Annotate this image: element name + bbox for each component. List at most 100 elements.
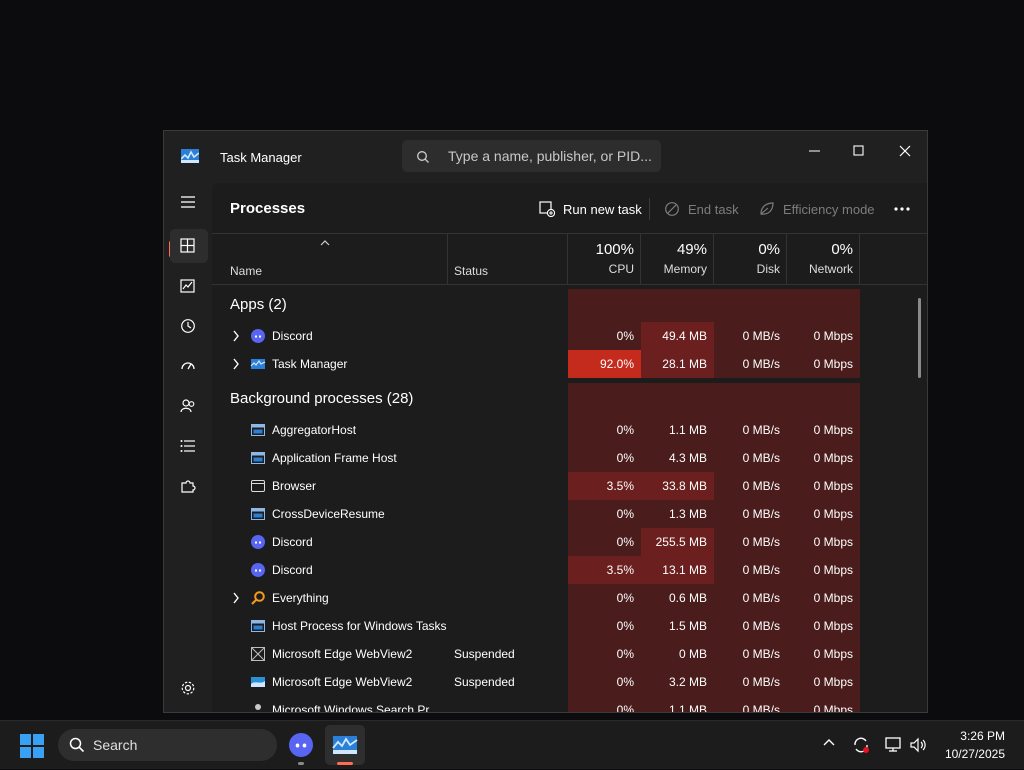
network-cell: 0 Mbps — [787, 444, 860, 472]
group-header: Apps (2) — [230, 296, 287, 313]
group-heat-strip — [568, 289, 860, 323]
vertical-scrollbar[interactable] — [918, 298, 921, 378]
end-task-icon — [665, 202, 679, 216]
cpu-cell: 0% — [568, 444, 641, 472]
column-disk[interactable]: 0% Disk — [714, 241, 780, 276]
nav-item-processes[interactable] — [170, 229, 208, 263]
process-name: Discord — [272, 563, 313, 577]
process-status: Suspended — [454, 647, 515, 661]
process-name: CrossDeviceResume — [272, 507, 385, 521]
expand-chevron-icon[interactable] — [232, 358, 240, 370]
process-row[interactable]: Discord 0% 49.4 MB 0 MB/s 0 Mbps — [212, 322, 927, 350]
maximize-icon — [853, 145, 864, 156]
cpu-cell: 92.0% — [568, 350, 641, 378]
sync-icon[interactable] — [852, 736, 870, 754]
efficiency-mode-button[interactable]: Efficiency mode — [759, 197, 875, 221]
efficiency-leaf-icon — [760, 202, 774, 215]
startup-gauge-icon — [181, 362, 195, 370]
discord-icon — [251, 329, 265, 343]
process-row[interactable]: Task Manager 92.0% 28.1 MB 0 MB/s 0 Mbps — [212, 350, 927, 378]
nav-item-app-history[interactable] — [170, 309, 208, 343]
memory-cell: 49.4 MB — [641, 322, 714, 350]
taskbar-task-manager-button[interactable] — [325, 725, 365, 765]
expand-chevron-icon[interactable] — [232, 592, 240, 604]
network-cell: 0 Mbps — [787, 668, 860, 696]
disk-column-label: Disk — [756, 262, 780, 276]
taskbar-discord-button[interactable] — [281, 725, 321, 765]
hamburger-icon — [181, 196, 195, 208]
taskbar: Search 3:26 PM 10/27/2025 — [0, 720, 1024, 769]
magnifier-icon — [251, 591, 265, 605]
services-puzzle-icon — [181, 480, 196, 493]
nav-item-users[interactable] — [170, 389, 208, 423]
process-row[interactable]: Microsoft Windows Search Pr... 0% 1.1 MB 0 … — [212, 696, 927, 712]
network-cell: 0 Mbps — [787, 612, 860, 640]
cpu-total-percent: 100% — [595, 241, 634, 258]
process-name: Microsoft Edge WebView2 — [272, 675, 413, 689]
disk-total-percent: 0% — [758, 241, 780, 258]
more-options-button[interactable] — [888, 197, 916, 221]
memory-column-label: Memory — [663, 262, 707, 276]
process-status: Suspended — [454, 675, 515, 689]
active-indicator — [337, 762, 353, 765]
nav-item-details[interactable] — [170, 429, 208, 463]
close-icon — [899, 145, 911, 157]
nav-item-services[interactable] — [170, 469, 208, 503]
process-row[interactable]: Host Process for Windows Tasks 0% 1.5 MB 0 … — [212, 612, 927, 640]
disk-cell: 0 MB/s — [714, 528, 787, 556]
process-name: Task Manager — [272, 357, 348, 371]
show-hidden-icons-chevron-icon[interactable] — [822, 736, 836, 750]
process-name: Application Frame Host — [272, 451, 397, 465]
process-row[interactable]: CrossDeviceResume 0% 1.3 MB 0 MB/s 0 Mbps — [212, 500, 927, 528]
windows-start-icon[interactable] — [20, 734, 44, 758]
disk-cell: 0 MB/s — [714, 668, 787, 696]
sort-ascending-caret-icon[interactable] — [320, 240, 330, 246]
search-box[interactable]: Type a name, publisher, or PID... — [402, 140, 661, 172]
column-memory[interactable]: 49% Memory — [641, 241, 707, 276]
hamburger-menu-button[interactable] — [170, 185, 208, 219]
process-row[interactable]: Browser 3.5% 33.8 MB 0 MB/s 0 Mbps — [212, 472, 927, 500]
column-cpu[interactable]: 100% CPU — [568, 241, 634, 276]
column-status[interactable]: Status — [454, 264, 488, 278]
process-row[interactable]: Everything 0% 0.6 MB 0 MB/s 0 Mbps — [212, 584, 927, 612]
task-manager-window: Task Manager Type a name, publisher, or … — [163, 130, 928, 713]
volume-icon[interactable] — [909, 736, 927, 754]
taskbar-search-box[interactable]: Search — [58, 729, 277, 761]
end-task-button[interactable]: End task — [664, 197, 739, 221]
process-row[interactable]: Discord 0% 255.5 MB 0 MB/s 0 Mbps — [212, 528, 927, 556]
details-list-icon — [180, 440, 195, 452]
network-cell: 0 Mbps — [787, 350, 860, 378]
nav-item-startup-apps[interactable] — [170, 349, 208, 383]
network-icon[interactable] — [885, 736, 903, 754]
taskbar-search-icon — [69, 737, 85, 753]
clock[interactable]: 3:26 PM 10/27/2025 — [935, 729, 1005, 761]
navigation-rail — [164, 183, 212, 712]
settings-gear-icon — [181, 681, 195, 695]
run-new-task-button[interactable]: Run new task — [539, 197, 642, 221]
disk-cell: 0 MB/s — [714, 584, 787, 612]
discord-icon — [289, 733, 313, 757]
network-cell: 0 Mbps — [787, 528, 860, 556]
process-row[interactable]: Discord 3.5% 13.1 MB 0 MB/s 0 Mbps — [212, 556, 927, 584]
process-row[interactable]: Microsoft Edge WebView2 Suspended 0% 0 MB 0 … — [212, 640, 927, 668]
nav-item-settings[interactable] — [170, 671, 208, 705]
minimize-icon — [809, 150, 820, 152]
disk-cell: 0 MB/s — [714, 416, 787, 444]
cpu-cell: 0% — [568, 584, 641, 612]
cpu-cell: 0% — [568, 696, 641, 712]
minimize-button[interactable] — [797, 137, 833, 165]
network-cell: 0 Mbps — [787, 640, 860, 668]
process-name: Discord — [272, 535, 313, 549]
search-placeholder[interactable]: Type a name, publisher, or PID... — [448, 148, 652, 164]
process-row[interactable]: AggregatorHost 0% 1.1 MB 0 MB/s 0 Mbps — [212, 416, 927, 444]
network-cell: 0 Mbps — [787, 584, 860, 612]
column-network[interactable]: 0% Network — [787, 241, 853, 276]
process-row[interactable]: Microsoft Edge WebView2 Suspended 0% 3.2 MB… — [212, 668, 927, 696]
process-row[interactable]: Application Frame Host 0% 4.3 MB 0 MB/s 0 Mb… — [212, 444, 927, 472]
nav-item-performance[interactable] — [170, 269, 208, 303]
network-cell: 0 Mbps — [787, 322, 860, 350]
close-button[interactable] — [887, 137, 923, 165]
column-name[interactable]: Name — [230, 264, 262, 278]
maximize-button[interactable] — [841, 137, 877, 165]
expand-chevron-icon[interactable] — [232, 330, 240, 342]
